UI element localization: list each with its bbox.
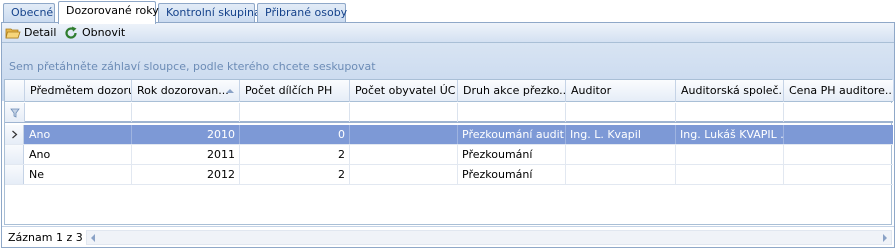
filter-cell[interactable] [566, 103, 676, 122]
column-header-auditorska-spolecnost[interactable]: Auditorská společ... [676, 80, 784, 102]
filter-icon-cell[interactable] [5, 103, 25, 122]
row-indicator [5, 125, 24, 144]
refresh-label: Obnovit [82, 26, 126, 39]
column-header-predmetem-dozoru[interactable]: Předmětem dozoru [25, 80, 132, 102]
table-cell: 0 [240, 125, 350, 144]
row-indicator [5, 165, 24, 184]
tab-obecne[interactable]: Obecné [3, 3, 55, 23]
table-cell: 2010 [132, 125, 240, 144]
refresh-icon [63, 25, 79, 41]
column-header-pocet-dilcich-ph[interactable]: Počet dílčích PH [240, 80, 350, 102]
table-row[interactable]: Ano 2011 2 Přezkoumání [5, 145, 893, 165]
scroll-left-icon[interactable] [90, 234, 96, 242]
table-cell: Ne [25, 165, 132, 184]
table-cell: Přezkoumání [458, 165, 566, 184]
table-cell [566, 145, 676, 164]
detail-button[interactable]: Detail [5, 24, 56, 41]
table-row-selected[interactable]: Ano 2010 0 Přezkoumání audit... Ing. L. … [5, 125, 893, 145]
column-header-pocet-obyvatel-uc[interactable]: Počet obyvatel ÚC [350, 80, 458, 102]
table-cell [566, 165, 676, 184]
refresh-button[interactable]: Obnovit [63, 24, 125, 41]
header-indicator [5, 80, 25, 102]
table-cell: 2012 [132, 165, 240, 184]
toolbar: Detail Obnovit [2, 23, 894, 43]
folder-open-icon [5, 25, 21, 41]
tab-kontrolni-skupina[interactable]: Kontrolní skupina [158, 3, 261, 23]
table-cell: Přezkoumání audit... [458, 125, 566, 144]
table-cell [676, 145, 784, 164]
horizontal-scrollbar[interactable] [86, 230, 892, 245]
tab-dozorovane-roky[interactable]: Dozorované roky [58, 1, 159, 24]
sort-ascending-icon [226, 89, 234, 93]
table-row[interactable]: Ne 2012 2 Přezkoumání [5, 165, 893, 185]
table-cell [784, 125, 893, 144]
group-by-hint: Sem přetáhněte záhlaví sloupce, podle kt… [9, 60, 376, 73]
table-cell: Ing. L. Kvapil [566, 125, 676, 144]
table-cell [350, 145, 458, 164]
column-header-cena-ph[interactable]: Cena PH auditore... [784, 80, 893, 102]
filter-cell[interactable] [784, 103, 893, 122]
table-cell: Ano [25, 125, 132, 144]
grid-header: Předmětem dozoru Rok dozorovan... Počet … [5, 80, 893, 102]
table-cell: Ing. Lukáš KVAPIL ... [676, 125, 784, 144]
data-grid: Předmětem dozoru Rok dozorovan... Počet … [4, 79, 893, 225]
column-header-rok-dozorovani[interactable]: Rok dozorovan... [132, 80, 240, 102]
scroll-right-icon[interactable] [882, 234, 888, 242]
detail-label: Detail [24, 26, 57, 39]
table-cell [784, 145, 893, 164]
column-header-auditor[interactable]: Auditor [566, 80, 676, 102]
column-header-label: Rok dozorovan... [137, 84, 229, 97]
column-header-druh-akce[interactable]: Druh akce přezko... [458, 80, 566, 102]
record-counter: Záznam 1 z 3 [8, 231, 83, 244]
table-cell [784, 165, 893, 184]
table-cell: 2 [240, 165, 350, 184]
row-indicator [5, 145, 24, 164]
table-cell: Ano [25, 145, 132, 164]
table-cell [350, 125, 458, 144]
filter-cell[interactable] [458, 103, 566, 122]
tab-pribrane-osoby[interactable]: Přibrané osoby [257, 3, 347, 23]
filter-icon [10, 108, 20, 118]
filter-cell[interactable] [676, 103, 784, 122]
current-row-arrow-icon [12, 130, 18, 139]
table-cell [676, 165, 784, 184]
filter-cell[interactable] [350, 103, 458, 122]
filter-cell[interactable] [25, 103, 132, 122]
table-cell: 2011 [132, 145, 240, 164]
table-cell [350, 165, 458, 184]
tab-strip: Obecné Dozorované roky Kontrolní skupina… [0, 0, 896, 24]
table-cell: 2 [240, 145, 350, 164]
filter-cell[interactable] [240, 103, 350, 122]
filter-row [5, 103, 893, 123]
filter-cell[interactable] [132, 103, 240, 122]
table-cell: Přezkoumání [458, 145, 566, 164]
tab-content-frame: Detail Obnovit Sem přetáhněte záhlaví sl… [1, 22, 895, 248]
grid-footer: Záznam 1 z 3 [2, 226, 894, 247]
